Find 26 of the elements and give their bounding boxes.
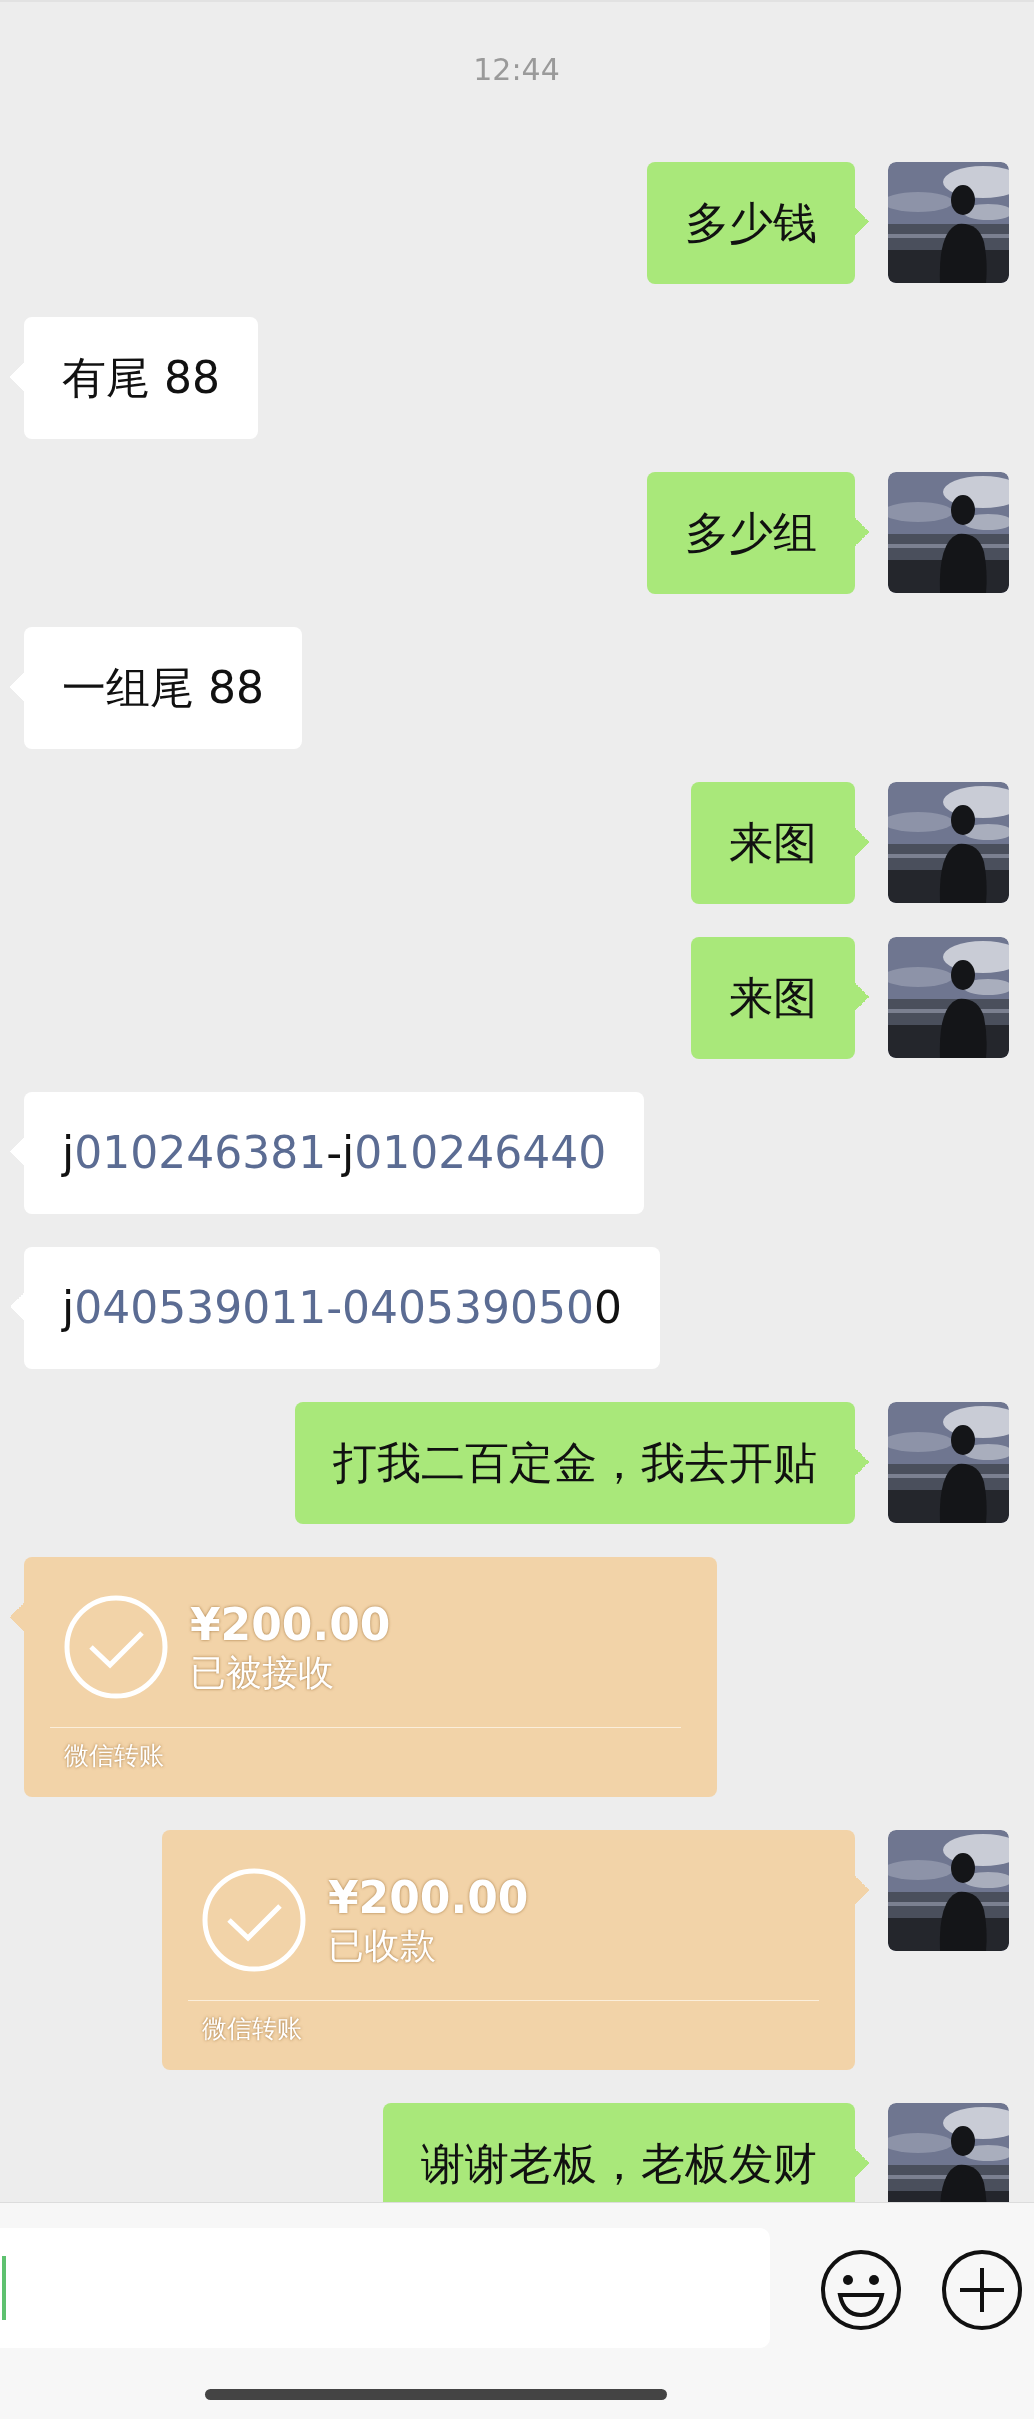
emoji-icon[interactable] [820, 2249, 902, 2331]
transfer-amount: ¥200.00 [190, 1599, 391, 1651]
transfer-status: 已收款 [328, 1924, 437, 1968]
check-icon [202, 1868, 306, 1972]
message-text: j [62, 1127, 75, 1178]
transfer-label: 微信转账 [202, 2013, 303, 2045]
message-text: j [62, 1282, 75, 1333]
add-icon[interactable] [941, 2249, 1023, 2331]
check-icon [64, 1595, 168, 1699]
message-bubble: 有尾 88 [10, 317, 258, 439]
message-bubble: 打我二百定金，我去开贴 [295, 1402, 869, 1524]
message-input-field[interactable] [0, 2228, 770, 2348]
number-link[interactable]: 010246440 [354, 1127, 607, 1178]
message-bubble: 来图 [691, 782, 869, 904]
message-text: 0 [594, 1282, 622, 1333]
transfer-amount: ¥200.00 [328, 1872, 529, 1924]
message-bubble: 多少组 [647, 472, 869, 594]
transfer-status: 已被接收 [190, 1651, 335, 1695]
message-bubble: 来图 [691, 937, 869, 1059]
transfer-label: 微信转账 [64, 1740, 165, 1772]
timestamp: 12:44 [472, 52, 561, 88]
number-link[interactable]: 040539011-040539050 [74, 1282, 594, 1333]
message-text: -j [326, 1127, 355, 1178]
number-link[interactable]: 010246381 [74, 1127, 327, 1178]
message-bubble: 多少钱 [647, 162, 869, 284]
message-bubble: 一组尾 88 [10, 627, 302, 749]
